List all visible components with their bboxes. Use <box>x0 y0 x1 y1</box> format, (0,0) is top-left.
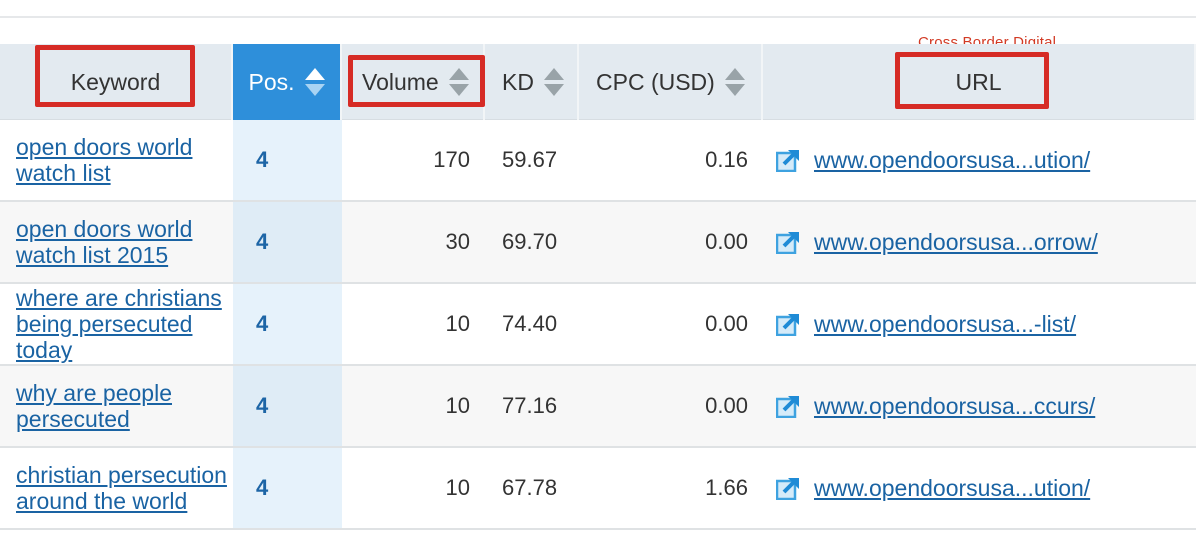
table-body: open doors world watch list 4 170 59.67 … <box>0 120 1196 530</box>
pos-column-highlight <box>233 202 342 282</box>
url-cell: www.opendoorsusa...ccurs/ <box>776 366 1095 446</box>
column-header-cpc[interactable]: CPC (USD) <box>579 44 763 120</box>
cpc-cell: 1.66 <box>705 475 748 500</box>
external-link-icon[interactable] <box>776 148 800 172</box>
sort-icon[interactable] <box>304 68 325 96</box>
volume-cell: 30 <box>445 229 470 254</box>
cpc-cell: 0.00 <box>705 229 748 254</box>
url-cell: www.opendoorsusa...orrow/ <box>776 202 1098 282</box>
keyword-link[interactable]: why are people persecuted <box>16 380 231 432</box>
pos-column-highlight <box>233 120 342 200</box>
highlight-box-url <box>895 52 1049 109</box>
kd-cell: 59.67 <box>502 147 558 172</box>
keywords-table: Keyword Pos. Volume KD CPC (USD) URL ope… <box>0 44 1196 530</box>
keyword-cell: christian persecution around the world <box>16 448 231 528</box>
sort-icon[interactable] <box>543 68 564 96</box>
external-link-icon[interactable] <box>776 230 800 254</box>
column-header-pos[interactable]: Pos. <box>233 44 342 120</box>
pos-column-highlight <box>233 284 342 364</box>
kd-cell: 67.78 <box>502 475 558 500</box>
column-label-cpc: CPC (USD) <box>596 68 715 95</box>
pos-column-highlight <box>233 448 342 528</box>
table-row: why are people persecuted 4 10 77.16 0.0… <box>0 366 1196 448</box>
url-cell: www.opendoorsusa...ution/ <box>776 448 1090 528</box>
external-link-icon[interactable] <box>776 312 800 336</box>
keyword-link[interactable]: christian persecution around the world <box>16 462 231 514</box>
keyword-cell: open doors world watch list 2015 <box>16 202 231 282</box>
url-cell: www.opendoorsusa...ution/ <box>776 120 1090 200</box>
volume-cell: 10 <box>445 393 470 418</box>
pos-cell: 4 <box>256 393 269 418</box>
keyword-link[interactable]: open doors world watch list 2015 <box>16 216 231 268</box>
keyword-cell: where are christians being persecuted to… <box>16 284 231 364</box>
url-cell: www.opendoorsusa...-list/ <box>776 284 1076 364</box>
pos-cell: 4 <box>256 147 269 172</box>
highlight-box-volume <box>348 55 485 107</box>
table-row: open doors world watch list 4 170 59.67 … <box>0 120 1196 202</box>
column-label-kd: KD <box>502 68 534 95</box>
column-header-kd[interactable]: KD <box>485 44 579 120</box>
external-link-icon[interactable] <box>776 476 800 500</box>
url-link[interactable]: www.opendoorsusa...orrow/ <box>814 229 1098 256</box>
keyword-cell: open doors world watch list <box>16 120 231 200</box>
volume-cell: 10 <box>445 475 470 500</box>
keyword-link[interactable]: open doors world watch list <box>16 134 231 186</box>
table-row: christian persecution around the world 4… <box>0 448 1196 530</box>
cpc-cell: 0.00 <box>705 311 748 336</box>
kd-cell: 77.16 <box>502 393 558 418</box>
column-label-pos: Pos. <box>248 68 295 95</box>
volume-cell: 170 <box>433 147 470 172</box>
external-link-icon[interactable] <box>776 394 800 418</box>
table-row: open doors world watch list 2015 4 30 69… <box>0 202 1196 284</box>
kd-cell: 69.70 <box>502 229 558 254</box>
pos-column-highlight <box>233 366 342 446</box>
pos-cell: 4 <box>256 311 269 336</box>
url-link[interactable]: www.opendoorsusa...ccurs/ <box>814 393 1095 420</box>
table-row: where are christians being persecuted to… <box>0 284 1196 366</box>
pos-cell: 4 <box>256 229 269 254</box>
top-divider <box>0 0 1196 18</box>
keyword-link[interactable]: where are christians being persecuted to… <box>16 285 231 363</box>
volume-cell: 10 <box>445 311 470 336</box>
url-link[interactable]: www.opendoorsusa...ution/ <box>814 147 1090 174</box>
url-link[interactable]: www.opendoorsusa...ution/ <box>814 475 1090 502</box>
highlight-box-keyword <box>35 45 195 107</box>
keyword-cell: why are people persecuted <box>16 366 231 446</box>
pos-cell: 4 <box>256 475 269 500</box>
url-link[interactable]: www.opendoorsusa...-list/ <box>814 311 1076 338</box>
cpc-cell: 0.00 <box>705 393 748 418</box>
kd-cell: 74.40 <box>502 311 558 336</box>
sort-icon[interactable] <box>724 68 745 96</box>
cpc-cell: 0.16 <box>705 147 748 172</box>
